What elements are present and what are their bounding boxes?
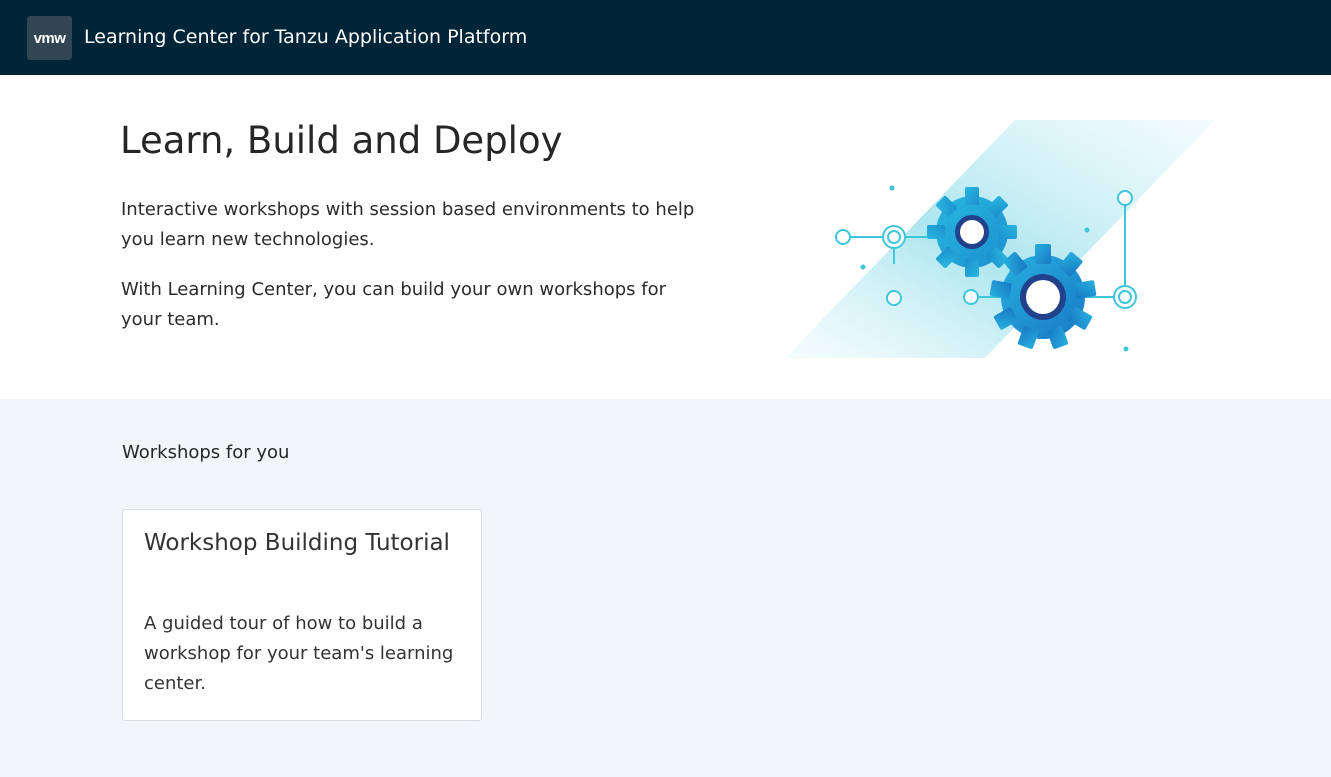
workshop-card[interactable]: Workshop Building Tutorial A guided tour… <box>122 509 482 721</box>
workshop-card-description: A guided tour of how to build a workshop… <box>144 613 454 694</box>
gears-icon <box>785 120 1215 358</box>
hero-paragraph-1: Interactive workshops with session based… <box>121 199 695 250</box>
app-title[interactable]: Learning Center for Tanzu Application Pl… <box>84 25 527 49</box>
workshops-section-title: Workshops for you <box>122 442 290 463</box>
vmware-logo[interactable]: vmw <box>27 16 72 60</box>
workshop-card-title[interactable]: Workshop Building Tutorial <box>144 528 464 558</box>
small-gear-icon <box>927 187 1017 277</box>
hero-section: Learn, Build and Deploy Interactive work… <box>0 75 1331 399</box>
top-header: vmw Learning Center for Tanzu Applicatio… <box>0 0 1331 75</box>
hero-paragraph-2: With Learning Center, you can build your… <box>121 279 667 330</box>
hero-title: Learn, Build and Deploy <box>120 119 563 162</box>
